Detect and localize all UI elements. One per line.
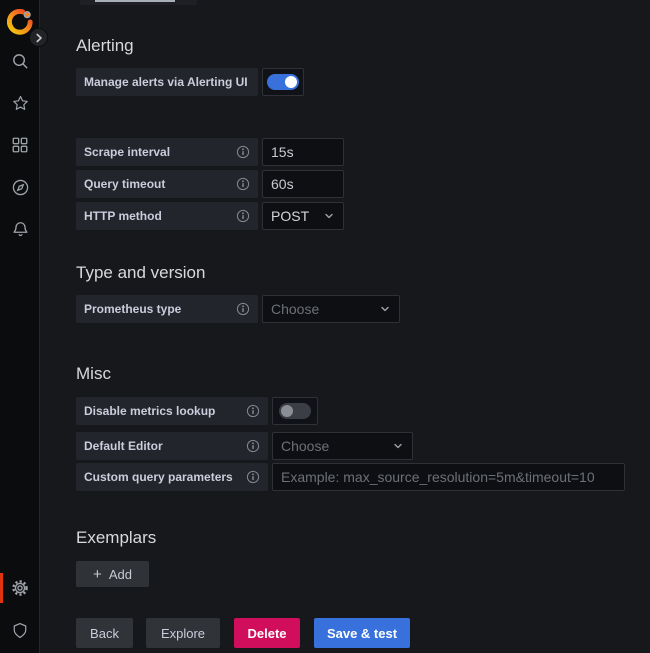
explore-button[interactable]: Explore xyxy=(146,618,220,648)
custom-query-parameters-input[interactable] xyxy=(272,463,625,491)
alerting-bell-icon[interactable] xyxy=(0,211,40,247)
prometheus-type-select[interactable]: Choose xyxy=(262,295,400,323)
prometheus-type-label: Prometheus type xyxy=(76,295,258,323)
toggle-track xyxy=(279,403,311,419)
star-icon[interactable] xyxy=(0,85,40,121)
server-admin-shield-icon[interactable] xyxy=(0,612,40,648)
chevron-down-icon xyxy=(323,210,335,222)
info-icon[interactable] xyxy=(236,302,250,316)
scrape-interval-input[interactable] xyxy=(262,138,344,166)
http-method-select[interactable]: POST xyxy=(262,202,344,230)
toggle-track xyxy=(267,74,299,90)
query-timeout-input[interactable] xyxy=(262,170,344,198)
disable-metrics-lookup-toggle[interactable] xyxy=(272,397,318,425)
cut-off-element xyxy=(80,0,197,5)
section-title-alerting: Alerting xyxy=(76,36,134,56)
search-icon[interactable] xyxy=(0,43,40,79)
sidebar xyxy=(0,0,40,653)
scrape-interval-label: Scrape interval xyxy=(76,138,258,166)
chevron-down-icon xyxy=(379,303,391,315)
section-title-type-version: Type and version xyxy=(76,263,205,283)
manage-alerts-toggle[interactable] xyxy=(262,68,304,96)
expand-sidebar-button[interactable] xyxy=(29,28,48,47)
delete-button[interactable]: Delete xyxy=(234,618,300,648)
info-icon[interactable] xyxy=(246,470,260,484)
info-icon[interactable] xyxy=(236,177,250,191)
toggle-knob xyxy=(285,76,297,88)
info-icon[interactable] xyxy=(236,145,250,159)
info-icon[interactable] xyxy=(246,439,260,453)
dashboards-grid-icon[interactable] xyxy=(0,127,40,163)
default-editor-label: Default Editor xyxy=(76,432,268,460)
explore-compass-icon[interactable] xyxy=(0,169,40,205)
custom-query-parameters-label: Custom query parameters xyxy=(76,463,268,491)
plus-icon: + xyxy=(93,567,102,582)
add-exemplar-button[interactable]: + Add xyxy=(76,561,149,587)
chevron-right-icon xyxy=(34,33,44,43)
default-editor-select[interactable]: Choose xyxy=(272,432,413,460)
configuration-gear-icon[interactable] xyxy=(0,570,40,606)
cut-off-underline xyxy=(95,0,175,2)
toggle-knob xyxy=(281,405,293,417)
http-method-label: HTTP method xyxy=(76,202,258,230)
section-title-misc: Misc xyxy=(76,364,111,384)
section-title-exemplars: Exemplars xyxy=(76,528,156,548)
back-button[interactable]: Back xyxy=(76,618,133,648)
save-and-test-button[interactable]: Save & test xyxy=(314,618,410,648)
query-timeout-label: Query timeout xyxy=(76,170,258,198)
info-icon[interactable] xyxy=(246,404,260,418)
info-icon[interactable] xyxy=(236,209,250,223)
disable-metrics-lookup-label: Disable metrics lookup xyxy=(76,397,268,425)
manage-alerts-label: Manage alerts via Alerting UI xyxy=(76,68,258,96)
chevron-down-icon xyxy=(392,440,404,452)
